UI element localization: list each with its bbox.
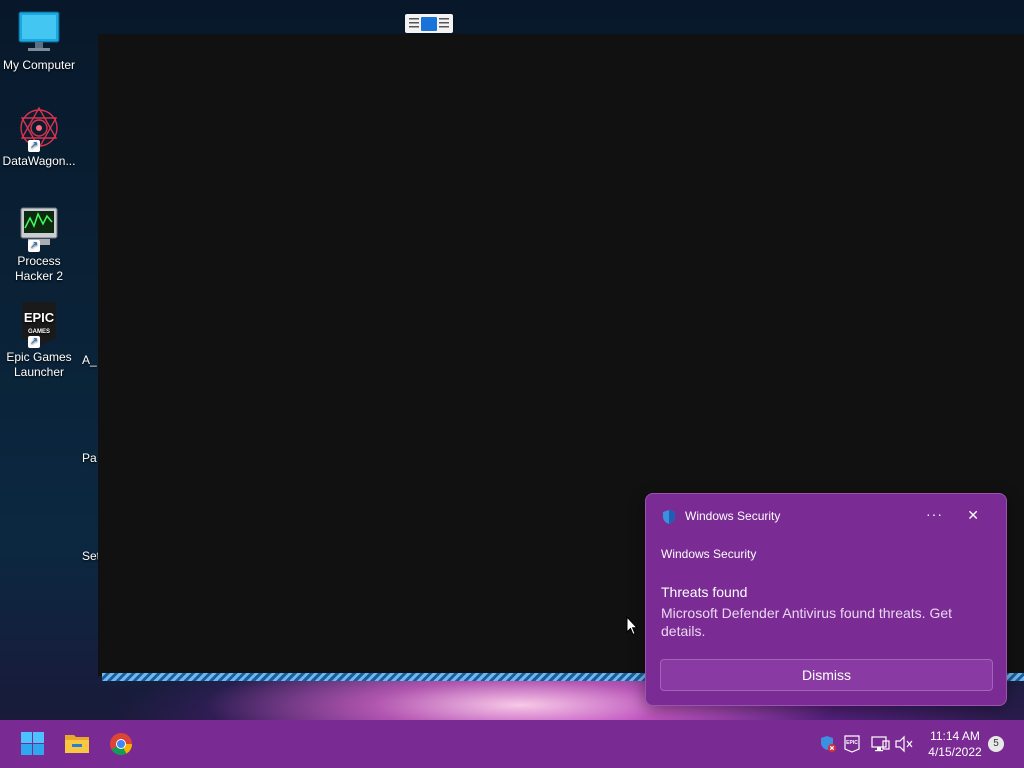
- svg-text:EPIC: EPIC: [24, 310, 55, 325]
- mouse-cursor-icon: [626, 615, 639, 636]
- window-thumbnail-icon[interactable]: [405, 14, 453, 33]
- network-icon[interactable]: [870, 735, 890, 753]
- notification-count-badge[interactable]: 5: [988, 736, 1004, 752]
- shortcut-arrow-icon: ↗: [28, 140, 40, 152]
- shortcut-arrow-icon: ↗: [28, 240, 40, 252]
- epic-games-icon: EPIC GAMES ↗: [16, 302, 62, 348]
- monitor-icon: [16, 10, 62, 54]
- toast-app-name: Windows Security: [685, 509, 781, 523]
- file-explorer-icon[interactable]: [64, 732, 90, 756]
- desktop-icon-my-computer[interactable]: My Computer: [2, 10, 76, 73]
- svg-text:EPIC: EPIC: [846, 740, 858, 746]
- toast-subtitle: Windows Security: [661, 547, 757, 561]
- partial-desktop-label: A_: [82, 353, 97, 367]
- desktop-icon-label: Epic Games Launcher: [6, 350, 72, 379]
- clock-time: 11:14 AM: [930, 729, 980, 743]
- volume-muted-icon[interactable]: [894, 735, 914, 753]
- epic-games-tray-icon[interactable]: EPIC: [844, 735, 860, 753]
- more-options-icon[interactable]: ···: [926, 506, 943, 522]
- start-icon[interactable]: [20, 732, 46, 756]
- desktop-icon-label: DataWagon...: [2, 154, 76, 168]
- chrome-icon[interactable]: [108, 732, 134, 756]
- shortcut-arrow-icon: ↗: [28, 336, 40, 348]
- clock-date: 4/15/2022: [928, 745, 982, 759]
- dismiss-button[interactable]: Dismiss: [660, 659, 993, 691]
- defender-icon[interactable]: [818, 734, 838, 754]
- desktop-icon-datawagon[interactable]: ↗ DataWagon...: [2, 106, 76, 169]
- svg-text:GAMES: GAMES: [28, 329, 50, 335]
- toast-message[interactable]: Microsoft Defender Antivirus found threa…: [661, 604, 981, 640]
- process-hacker-icon: ↗: [16, 206, 62, 252]
- desktop-icon-label: My Computer: [2, 58, 76, 72]
- desktop-icon-epic-games[interactable]: EPIC GAMES ↗ Epic Games Launcher: [2, 302, 76, 380]
- toast-header: Windows Security ··· ✕: [661, 506, 991, 526]
- desktop-icon-process-hacker[interactable]: ↗ Process Hacker 2: [2, 206, 76, 284]
- windows-security-shield-icon: [661, 509, 677, 525]
- toast-title: Threats found: [661, 584, 748, 600]
- taskbar-clock[interactable]: 11:14 AM 4/15/2022: [922, 728, 988, 760]
- datawagon-icon: ↗: [16, 106, 62, 152]
- desktop-icon-label: Process Hacker 2: [14, 254, 64, 283]
- taskbar: EPIC 11:14 AM 4/15/2022: [0, 720, 1024, 768]
- close-icon[interactable]: ✕: [967, 507, 979, 524]
- partial-desktop-label: Pa: [82, 451, 97, 465]
- security-toast[interactable]: Windows Security ··· ✕ Windows Security …: [645, 493, 1007, 706]
